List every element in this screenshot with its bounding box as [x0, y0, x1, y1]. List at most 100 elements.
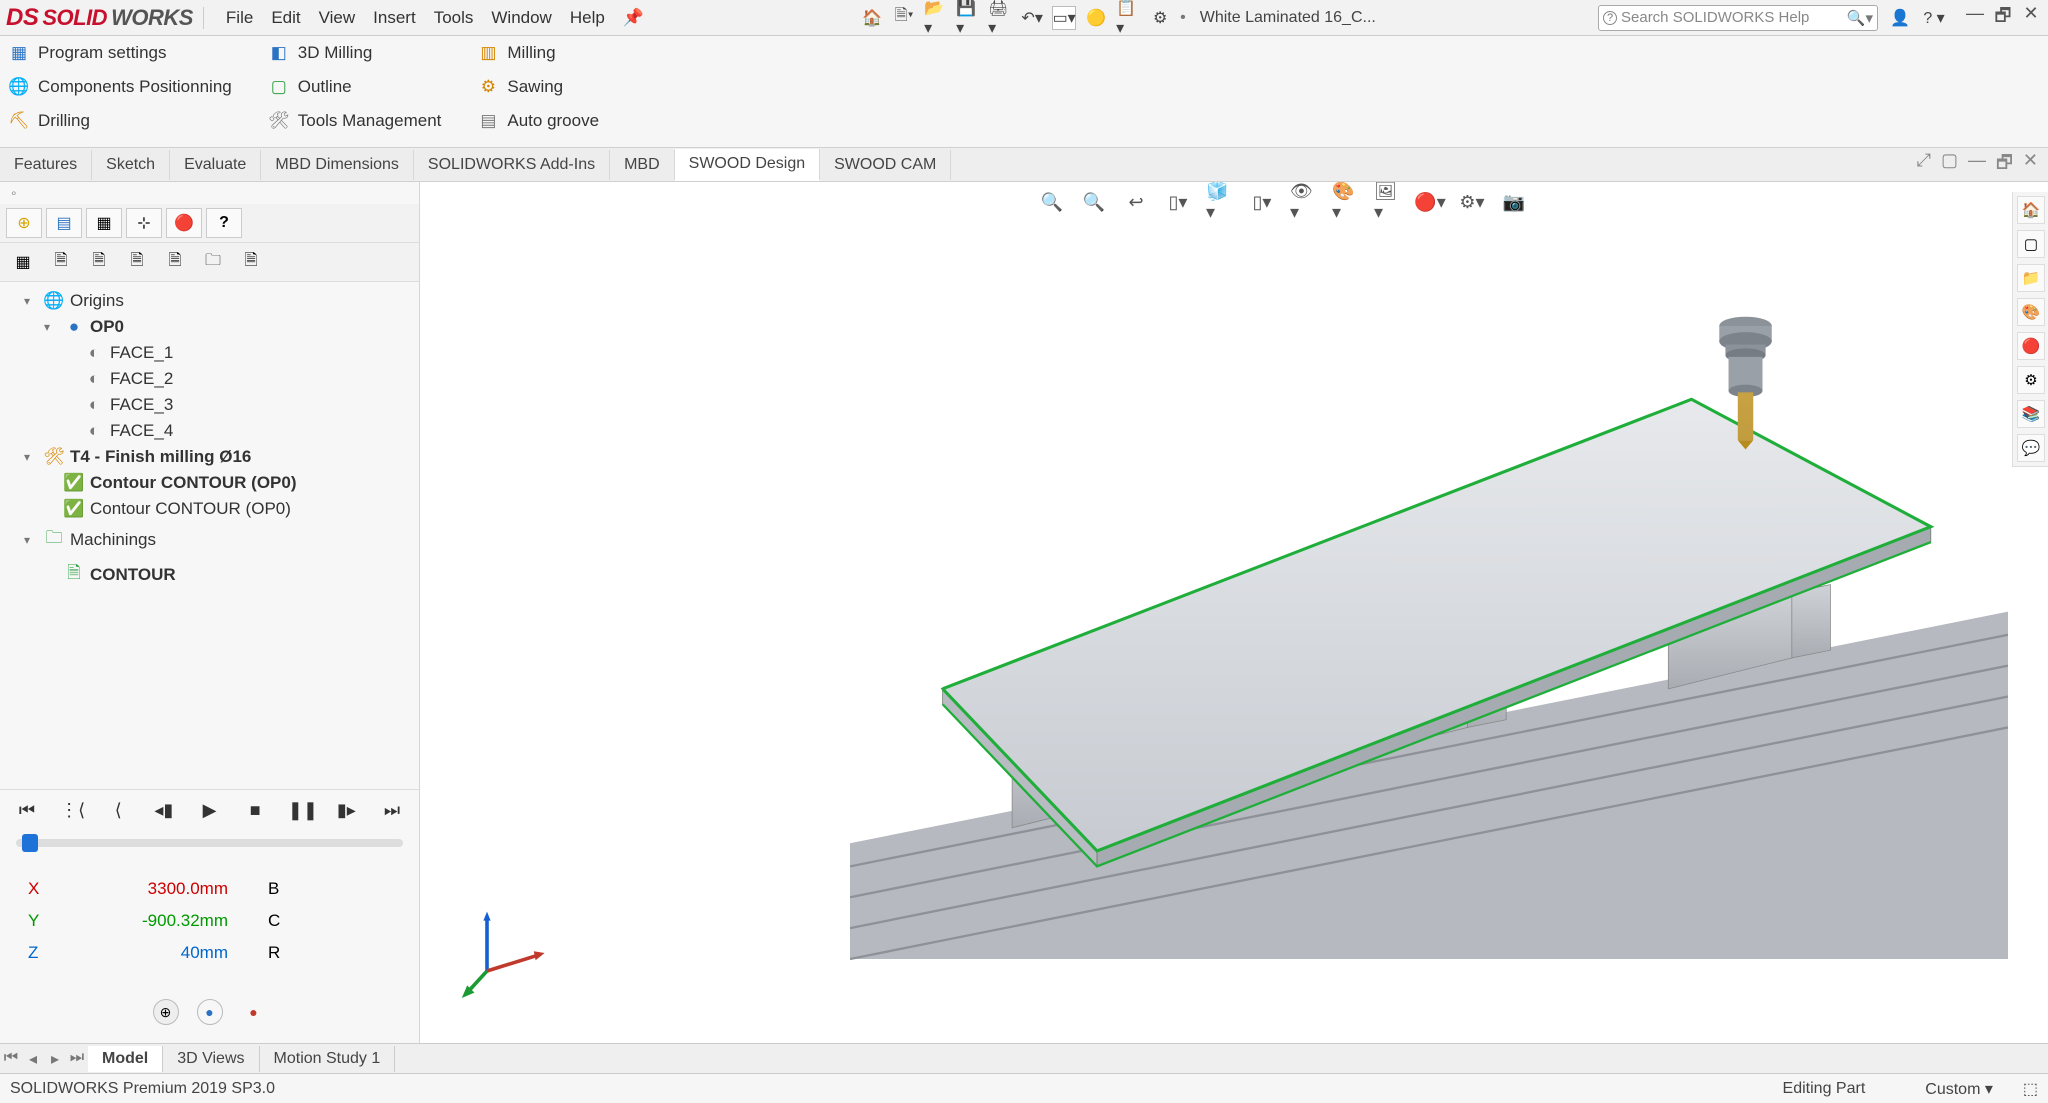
tp-custom-icon[interactable]: ⚙ [2017, 366, 2045, 394]
tp-forum-icon[interactable]: 💬 [2017, 434, 2045, 462]
coord-btn-1[interactable]: ⊕ [153, 999, 179, 1025]
tb2-2[interactable]: 🗎 [44, 247, 78, 277]
coord-btn-3[interactable]: ● [241, 999, 267, 1025]
tp-appearance-icon[interactable]: 🔴 [2017, 332, 2045, 360]
panel-expand-icon[interactable]: ⤢ [1917, 150, 1931, 180]
menu-view[interactable]: View [319, 8, 356, 28]
pb-last[interactable]: ⏭ [379, 800, 405, 821]
tp-home-icon[interactable]: 🏠 [2017, 196, 2045, 224]
tp-box-icon[interactable]: ▢ [2017, 230, 2045, 258]
tree-machining-contour[interactable]: 🗎CONTOUR [44, 557, 415, 592]
settings-icon[interactable]: ⚙ [1148, 6, 1172, 30]
select-icon[interactable]: ▭▾ [1052, 6, 1076, 30]
status-extra-icon[interactable]: ⬚ [2023, 1079, 2038, 1099]
panel-close-icon[interactable]: ✕ [2023, 150, 2038, 180]
tb2-5[interactable]: 🗎 [158, 247, 192, 277]
rebuild-icon[interactable]: 🟡 [1084, 6, 1108, 30]
pb-prev-frame[interactable]: ⋮⟨ [60, 800, 86, 821]
tab-sketch[interactable]: Sketch [92, 150, 170, 180]
pb-first[interactable]: ⏮ [14, 800, 40, 821]
btab-first[interactable]: ⏮ [0, 1049, 22, 1069]
btab-next[interactable]: ▸ [44, 1049, 66, 1069]
tb2-6[interactable]: 🗀 [196, 247, 230, 277]
view-orient-icon[interactable]: 🧊▾ [1206, 188, 1234, 216]
pb-play[interactable]: ▶ [197, 800, 223, 821]
cmd-sawing[interactable]: ⚙Sawing [477, 76, 599, 98]
zoom-fit-icon[interactable]: 🔍 [1038, 188, 1066, 216]
tp-folder-icon[interactable]: 📁 [2017, 264, 2045, 292]
panel-max-icon[interactable]: 🗗 [1996, 150, 2013, 180]
search-icon[interactable]: 🔍▾ [1847, 9, 1873, 27]
panel-tiles-icon[interactable]: ▢ [1941, 150, 1958, 180]
tb-face-icon[interactable]: ▦ [86, 208, 122, 238]
display-style-icon[interactable]: ▯▾ [1248, 188, 1276, 216]
btab-prev[interactable]: ◂ [22, 1049, 44, 1069]
pb-prev[interactable]: ⟨ [105, 800, 131, 821]
menu-file[interactable]: File [226, 8, 253, 28]
pin-icon[interactable]: 📌 [623, 8, 644, 28]
capture-icon[interactable]: 📷 [1500, 188, 1528, 216]
menu-edit[interactable]: Edit [271, 8, 300, 28]
cmd-drilling[interactable]: ⛏Drilling [8, 110, 232, 132]
tb-appearance-icon[interactable]: 🔴 [166, 208, 202, 238]
cmd-auto-groove[interactable]: ▤Auto groove [477, 110, 599, 132]
tree-face-2[interactable]: ◐FACE_2 [64, 366, 415, 392]
render-icon[interactable]: 🔴▾ [1416, 188, 1444, 216]
cmd-tools-management[interactable]: 🛠Tools Management [268, 110, 442, 132]
tb2-7[interactable]: 🗎 [234, 247, 268, 277]
orientation-triad[interactable] [460, 908, 550, 1003]
appearance-icon[interactable]: 🎨▾ [1332, 188, 1360, 216]
graphics-viewport[interactable]: 🔍 🔍 ↩ ▯▾ 🧊▾ ▯▾ 👁▾ 🎨▾ 🖼▾ 🔴▾ ⚙▾ 📷 🏠 ▢ 📁 🎨 … [420, 182, 2048, 1043]
tab-features[interactable]: Features [0, 150, 92, 180]
options-icon[interactable]: 📋▾ [1116, 6, 1140, 30]
panel-min-icon[interactable]: — [1968, 150, 1986, 180]
pb-next[interactable]: ▮▸ [333, 800, 359, 821]
save-icon[interactable]: 💾▾ [956, 6, 980, 30]
tab-swood-cam[interactable]: SWOOD CAM [820, 150, 951, 180]
tree-contour-1[interactable]: ✅Contour CONTOUR (OP0) [44, 470, 415, 496]
tab-evaluate[interactable]: Evaluate [170, 150, 261, 180]
menu-help[interactable]: Help [570, 8, 605, 28]
cmd-milling[interactable]: ▥Milling [477, 42, 599, 64]
btab-last[interactable]: ⏭ [66, 1049, 88, 1069]
user-icon[interactable]: 👤 [1888, 6, 1912, 30]
tb-op-icon[interactable]: ▤ [46, 208, 82, 238]
tree-face-4[interactable]: ◐FACE_4 [64, 418, 415, 444]
zoom-area-icon[interactable]: 🔍 [1080, 188, 1108, 216]
cmd-3d-milling[interactable]: ◧3D Milling [268, 42, 442, 64]
menu-tools[interactable]: Tools [434, 8, 474, 28]
tb-origin-icon[interactable]: ⊕ [6, 208, 42, 238]
help-search[interactable]: ? Search SOLIDWORKS Help 🔍▾ [1598, 5, 1878, 31]
pb-stop[interactable]: ■ [242, 800, 268, 821]
coord-btn-2[interactable]: ● [197, 999, 223, 1025]
tree-face-3[interactable]: ◐FACE_3 [64, 392, 415, 418]
menu-insert[interactable]: Insert [373, 8, 416, 28]
home-icon[interactable]: 🏠 [860, 6, 884, 30]
status-units[interactable]: Custom ▾ [1895, 1079, 2023, 1099]
cmd-components-positioning[interactable]: 🌐Components Positionning [8, 76, 232, 98]
feature-tree[interactable]: ▾🌐Origins ▾●OP0 ◐FACE_1 ◐FACE_2 ◐FACE_3 … [0, 282, 419, 789]
close-button[interactable]: ✕ [2020, 3, 2042, 33]
tp-palette-icon[interactable]: 🎨 [2017, 298, 2045, 326]
bottom-tab-model[interactable]: Model [88, 1046, 163, 1072]
bottom-tab-motion-study[interactable]: Motion Study 1 [260, 1046, 396, 1072]
cmd-outline[interactable]: ▢Outline [268, 76, 442, 98]
view-settings-icon[interactable]: ⚙▾ [1458, 188, 1486, 216]
tb-axis-icon[interactable]: ⊹ [126, 208, 162, 238]
section-icon[interactable]: ▯▾ [1164, 188, 1192, 216]
prev-view-icon[interactable]: ↩ [1122, 188, 1150, 216]
tb2-4[interactable]: 🗎 [120, 247, 154, 277]
tab-solidworks-addins[interactable]: SOLIDWORKS Add-Ins [414, 150, 610, 180]
tab-mbd-dimensions[interactable]: MBD Dimensions [261, 150, 414, 180]
tab-mbd[interactable]: MBD [610, 150, 675, 180]
menu-window[interactable]: Window [491, 8, 551, 28]
tree-face-1[interactable]: ◐FACE_1 [64, 340, 415, 366]
restore-button[interactable]: 🗗 [1992, 3, 2014, 33]
playback-slider[interactable] [16, 839, 403, 847]
undo-icon[interactable]: ↶▾ [1020, 6, 1044, 30]
cmd-program-settings[interactable]: ▦Program settings [8, 42, 232, 64]
tb2-1[interactable]: ▦ [6, 247, 40, 277]
pb-rewind[interactable]: ◂▮ [151, 800, 177, 821]
tab-swood-design[interactable]: SWOOD Design [675, 149, 820, 181]
pb-pause[interactable]: ❚❚ [288, 800, 314, 821]
